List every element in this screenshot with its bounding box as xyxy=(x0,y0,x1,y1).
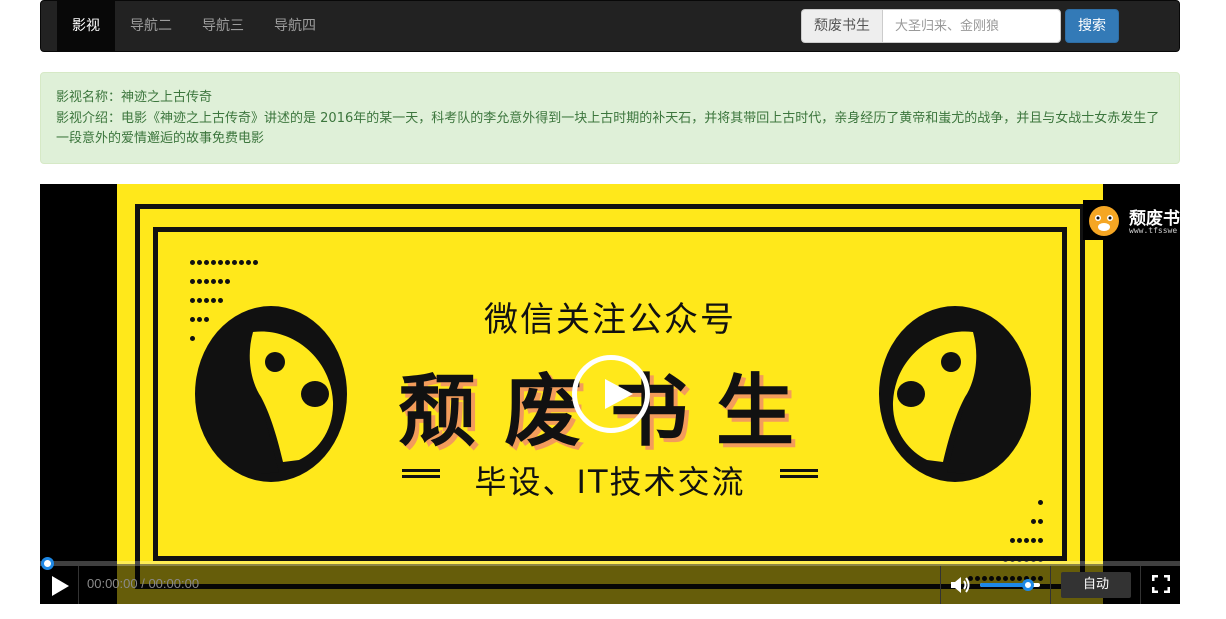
control-divider xyxy=(1050,566,1051,604)
movie-name-line: 影视名称：神迹之上古传奇 xyxy=(56,88,1164,109)
control-divider xyxy=(78,566,79,604)
movie-intro-label: 影视介绍： xyxy=(56,110,122,126)
control-divider xyxy=(1140,566,1141,604)
movie-intro-line: 影视介绍：电影《神迹之上古传奇》讲述的是 2016年的某一天，科考队的李允意外得… xyxy=(56,109,1164,150)
brand-mascot-icon xyxy=(1089,206,1119,236)
tagline-lines-left xyxy=(402,469,440,483)
video-player[interactable]: 微信关注公众号 颓废书生 毕设、IT技术交流 颓废书 www.tfsswe 00… xyxy=(40,184,1180,604)
nav-item-3[interactable]: 导航三 xyxy=(187,1,259,51)
search-addon-label: 颓废书生 xyxy=(801,9,882,43)
brand-logo: 颓废书 www.tfsswe xyxy=(1083,200,1180,240)
brand-logo-url: www.tfsswe xyxy=(1129,226,1178,235)
nav-item-4[interactable]: 导航四 xyxy=(259,1,331,51)
big-play-button[interactable] xyxy=(572,355,650,433)
control-divider xyxy=(940,566,941,604)
movie-name-label: 影视名称： xyxy=(56,90,122,105)
volume-icon[interactable] xyxy=(949,574,971,596)
fullscreen-icon[interactable] xyxy=(1152,575,1170,593)
poster-subtitle: 微信关注公众号 xyxy=(484,300,736,340)
poster-tagline: 毕设、IT技术交流 xyxy=(474,463,746,501)
tagline-lines-right xyxy=(780,469,818,483)
time-display: 00:00:00 / 00:00:00 xyxy=(87,576,200,591)
movie-info-panel: 影视名称：神迹之上古传奇 影视介绍：电影《神迹之上古传奇》讲述的是 2016年的… xyxy=(40,72,1180,164)
search-group: 颓废书生 xyxy=(801,9,1061,43)
progress-bar[interactable] xyxy=(40,557,1180,570)
navbar: 影视 导航二 导航三 导航四 颓废书生 搜索 xyxy=(40,0,1180,52)
volume-level xyxy=(980,583,1028,587)
search-button[interactable]: 搜索 xyxy=(1065,9,1119,43)
play-icon[interactable] xyxy=(52,576,69,596)
nav-item-movies[interactable]: 影视 xyxy=(57,1,115,51)
search-input[interactable] xyxy=(882,9,1061,43)
movie-intro: 电影《神迹之上古传奇》讲述的是 2016年的某一天，科考队的李允意外得到一块上古… xyxy=(56,110,1160,147)
nav-item-2[interactable]: 导航二 xyxy=(115,1,187,51)
movie-name: 神迹之上古传奇 xyxy=(121,90,213,105)
volume-knob[interactable] xyxy=(1022,579,1034,591)
volume-slider[interactable] xyxy=(980,579,1040,591)
quality-button[interactable]: 自动 xyxy=(1061,572,1131,598)
progress-knob[interactable] xyxy=(41,557,54,570)
